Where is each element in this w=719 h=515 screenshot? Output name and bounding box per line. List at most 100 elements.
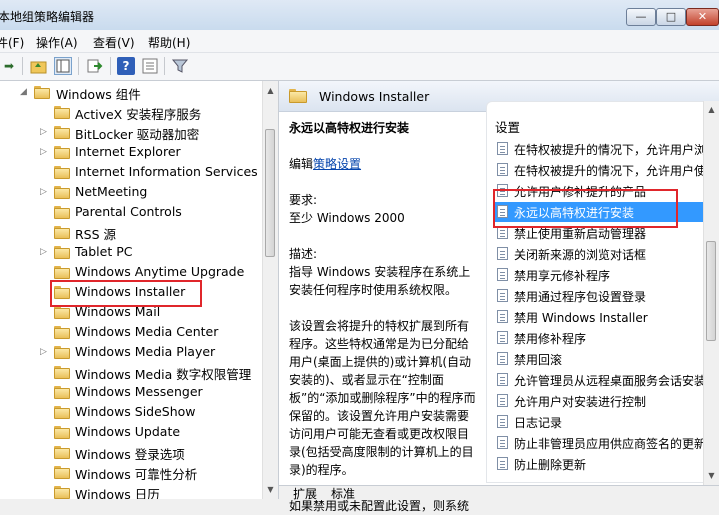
setting-row[interactable]: 禁用通过程序包设置登录 xyxy=(493,286,713,306)
tree-item[interactable]: ActiveX 安装程序服务 xyxy=(0,103,260,123)
setting-row[interactable]: 关闭新来源的浏览对话框 xyxy=(493,244,713,264)
tree-item-label: Windows Anytime Upgrade xyxy=(75,264,245,279)
maximize-button[interactable]: □ xyxy=(656,8,686,26)
tree-item-label: Tablet PC xyxy=(75,244,133,259)
menu-bar: 件(F) 操作(A) 查看(V) 帮助(H) xyxy=(0,30,719,53)
tree-item[interactable]: Windows 日历 xyxy=(0,483,260,499)
tree-item[interactable]: Internet Information Services xyxy=(0,163,260,183)
description-text: 指导 Windows 安装程序在系统上安装任何程序时使用系统权限。 xyxy=(289,265,471,297)
minimize-button[interactable]: — xyxy=(626,8,656,26)
setting-row[interactable]: 允许管理员从远程桌面服务会话安装 xyxy=(493,370,713,390)
show-tree-icon[interactable] xyxy=(54,57,72,75)
tree-item[interactable]: Windows 可靠性分析 xyxy=(0,463,260,483)
folder-icon xyxy=(54,486,70,499)
scroll-down-arrow-icon[interactable]: ▼ xyxy=(263,483,278,497)
details-scrollbar[interactable]: ▲ ▼ xyxy=(703,101,719,485)
tree-item-label: RSS 源 xyxy=(75,227,117,242)
tree-item-windows-components[interactable]: ◢ Windows 组件 xyxy=(0,83,260,103)
tree-item[interactable]: ▷ NetMeeting xyxy=(0,183,260,203)
expand-icon[interactable]: ▷ xyxy=(40,247,50,257)
description-details: 该设置会将提升的特权扩展到所有程序。这些特权通常是为已分配给用户(桌面上提供的)… xyxy=(289,319,476,477)
forward-icon[interactable]: ➡ xyxy=(0,57,18,75)
menu-view[interactable]: 查看(V) xyxy=(93,34,135,51)
folder-icon xyxy=(54,386,70,399)
setting-row[interactable]: 防止删除更新 xyxy=(493,454,713,474)
setting-row[interactable]: 允许用户对安装进行控制 xyxy=(493,391,713,411)
tree-item[interactable]: ▷ Tablet PC xyxy=(0,243,260,263)
tab-extended[interactable]: 扩展 xyxy=(293,485,317,502)
tree-item-label: Windows 登录选项 xyxy=(75,447,185,462)
tree-item[interactable]: ▷ Internet Explorer xyxy=(0,143,260,163)
folder-icon xyxy=(54,246,70,259)
folder-icon xyxy=(54,426,70,439)
policy-setting-icon xyxy=(497,415,508,428)
title-bar: 本地组策略编辑器 — □ ✕ xyxy=(0,0,719,30)
setting-label: 禁用 Windows Installer xyxy=(514,311,648,325)
tree-item[interactable]: Windows Media 数字权限管理 xyxy=(0,363,260,383)
tree-item[interactable]: Parental Controls xyxy=(0,203,260,223)
filter-icon[interactable] xyxy=(171,57,189,75)
policy-setting-icon xyxy=(497,373,508,386)
setting-label: 防止非管理员应用供应商签名的更新 xyxy=(514,437,707,451)
menu-action[interactable]: 操作(A) xyxy=(36,34,78,51)
menu-help[interactable]: 帮助(H) xyxy=(148,34,190,51)
setting-row[interactable]: 禁用修补程序 xyxy=(493,328,713,348)
policy-setting-icon xyxy=(497,289,508,302)
expand-icon[interactable]: ▷ xyxy=(40,147,50,157)
policy-description-panel: 永远以高特权进行安装 编辑策略设置 要求: 至少 Windows 2000 描述… xyxy=(289,119,479,515)
folder-icon xyxy=(54,226,70,239)
tree-item-label: NetMeeting xyxy=(75,184,148,199)
setting-row[interactable]: 在特权被提升的情况下，允许用户使 xyxy=(493,160,713,180)
tree-item[interactable]: RSS 源 xyxy=(0,223,260,243)
window-title: 本地组策略编辑器 xyxy=(0,10,95,24)
properties-icon[interactable] xyxy=(141,57,159,75)
setting-row[interactable]: 禁用回滚 xyxy=(493,349,713,369)
scroll-thumb[interactable] xyxy=(265,129,275,257)
help-icon[interactable]: ? xyxy=(117,57,135,75)
scroll-thumb[interactable] xyxy=(706,241,716,341)
collapse-icon[interactable]: ◢ xyxy=(20,87,30,97)
tree-item[interactable]: Windows SideShow xyxy=(0,403,260,423)
setting-row[interactable]: 禁用享元修补程序 xyxy=(493,265,713,285)
menu-file[interactable]: 件(F) xyxy=(0,34,24,51)
folder-icon xyxy=(54,406,70,419)
expand-icon[interactable]: ▷ xyxy=(40,127,50,137)
tree-item[interactable]: Windows Messenger xyxy=(0,383,260,403)
tree-pane[interactable]: ◢ Windows 组件 ActiveX 安装程序服务 ▷ BitLocker 驱动… xyxy=(0,81,279,499)
tree-item[interactable]: ▷ Windows Media Player xyxy=(0,343,260,363)
toolbar: ➡ ? xyxy=(0,53,719,81)
view-tabs: 扩展 标准 xyxy=(279,485,719,502)
tree-item[interactable]: Windows Media Center xyxy=(0,323,260,343)
expand-icon[interactable]: ▷ xyxy=(40,347,50,357)
folder-icon xyxy=(54,146,70,159)
expand-icon[interactable]: ▷ xyxy=(40,187,50,197)
setting-row[interactable]: 禁用 Windows Installer xyxy=(493,307,713,327)
toolbar-separator xyxy=(164,57,165,75)
tree-item-label: Internet Explorer xyxy=(75,144,181,159)
tab-standard[interactable]: 标准 xyxy=(331,485,355,502)
folder-icon xyxy=(54,186,70,199)
setting-row[interactable]: 在特权被提升的情况下，允许用户浏 xyxy=(493,139,713,159)
scroll-up-arrow-icon[interactable]: ▲ xyxy=(704,103,719,117)
tree-item[interactable]: ▷ BitLocker 驱动器加密 xyxy=(0,123,260,143)
policy-setting-icon xyxy=(497,457,508,470)
scroll-down-arrow-icon[interactable]: ▼ xyxy=(704,469,719,483)
policy-setting-icon xyxy=(497,352,508,365)
policy-setting-icon xyxy=(497,142,508,155)
scroll-up-arrow-icon[interactable]: ▲ xyxy=(263,84,278,98)
tree-item-label: Internet Information Services xyxy=(75,164,258,179)
folder-icon xyxy=(54,346,70,359)
setting-row[interactable]: 防止非管理员应用供应商签名的更新 xyxy=(493,433,713,453)
tree-item-label: BitLocker 驱动器加密 xyxy=(75,127,200,142)
tree-item[interactable]: Windows Update xyxy=(0,423,260,443)
tree-scrollbar[interactable]: ▲ ▼ xyxy=(262,81,278,499)
tree-item[interactable]: Windows 登录选项 xyxy=(0,443,260,463)
settings-column-header[interactable]: 设置 xyxy=(495,117,520,136)
edit-policy-link[interactable]: 策略设置 xyxy=(313,157,361,171)
close-button[interactable]: ✕ xyxy=(686,8,719,26)
policy-setting-icon xyxy=(497,268,508,281)
export-icon[interactable] xyxy=(86,57,104,75)
tree-item-label: Windows 可靠性分析 xyxy=(75,467,198,482)
setting-row[interactable]: 日志记录 xyxy=(493,412,713,432)
up-folder-icon[interactable] xyxy=(30,57,48,75)
